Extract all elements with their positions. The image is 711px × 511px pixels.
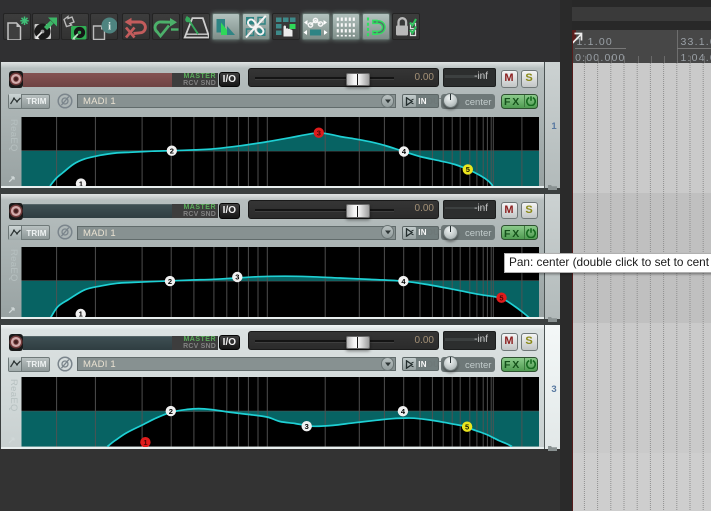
svg-text:2: 2 bbox=[169, 407, 173, 416]
svg-text:5: 5 bbox=[499, 293, 503, 302]
svg-text:2: 2 bbox=[168, 276, 172, 285]
svg-text:1: 1 bbox=[79, 179, 83, 186]
svg-text:5: 5 bbox=[465, 422, 469, 431]
svg-text:1: 1 bbox=[143, 438, 147, 447]
svg-text:5: 5 bbox=[466, 165, 470, 174]
svg-text:3: 3 bbox=[305, 422, 309, 431]
svg-text:i: i bbox=[108, 20, 111, 32]
svg-text:3: 3 bbox=[317, 128, 321, 137]
svg-text:1: 1 bbox=[79, 309, 83, 317]
svg-text:3: 3 bbox=[235, 272, 239, 281]
svg-text:2: 2 bbox=[170, 146, 174, 155]
